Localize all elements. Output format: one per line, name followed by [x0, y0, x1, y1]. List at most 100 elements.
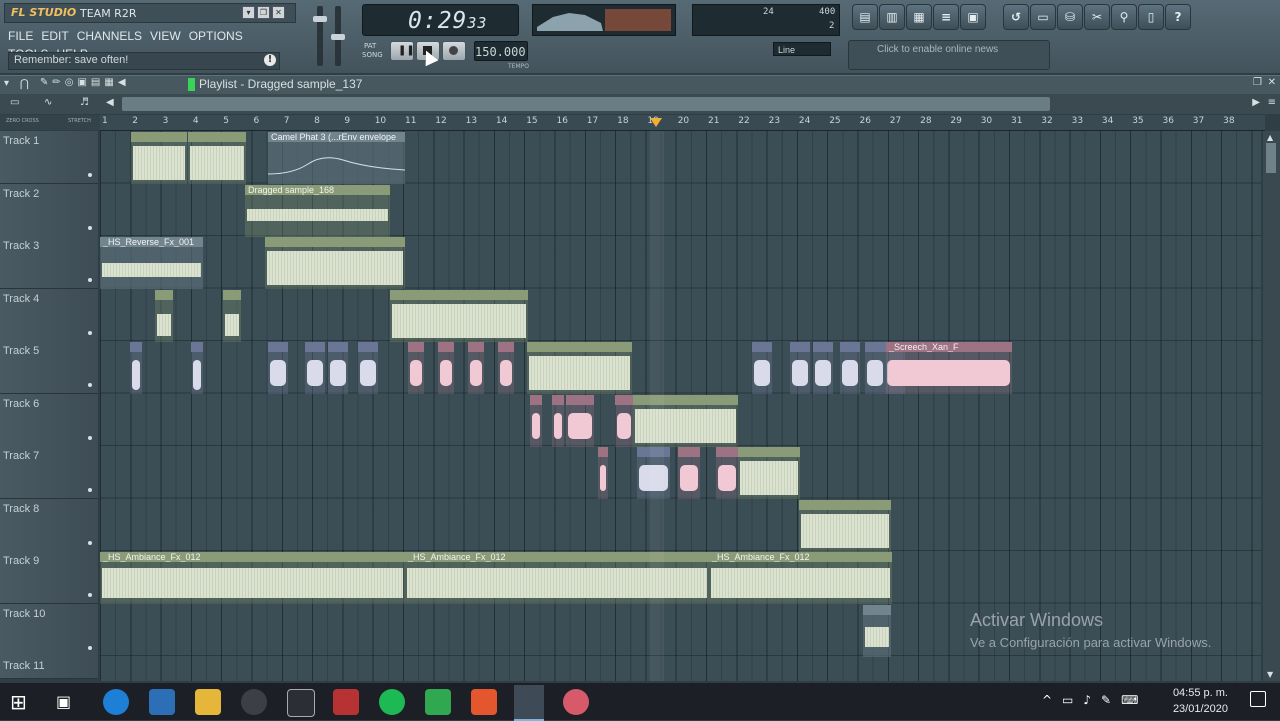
- audio-clip[interactable]: [790, 342, 810, 394]
- audio-clip[interactable]: [530, 394, 542, 447]
- audio-clip[interactable]: [191, 342, 203, 394]
- audio-clip[interactable]: [498, 342, 514, 394]
- menu-options[interactable]: OPTIONS: [189, 27, 243, 45]
- audio-clip[interactable]: _HS_Reverse_Fx_001: [100, 237, 203, 289]
- task-view-icon[interactable]: ▣: [56, 689, 82, 715]
- track-header[interactable]: Track 2: [0, 183, 98, 237]
- minimize-icon[interactable]: ▾: [242, 6, 255, 19]
- piano-roll-button[interactable]: ▥: [879, 4, 905, 30]
- playlist-grid[interactable]: Camel Phat 3 (...rEnv envelope Dragged sa…: [100, 131, 1261, 681]
- clock[interactable]: 04:55 p. m. 23/01/2020: [1173, 685, 1228, 717]
- audio-clip[interactable]: [268, 342, 288, 394]
- scroll-up-icon[interactable]: ▲: [1267, 133, 1273, 142]
- spotify-icon[interactable]: [379, 689, 405, 715]
- stretch-toggle[interactable]: STRETCH: [68, 118, 91, 124]
- search-icon[interactable]: ⚲: [1111, 4, 1137, 30]
- audio-clip[interactable]: [598, 447, 608, 499]
- audio-clip[interactable]: _Screech_Xan_F: [886, 342, 1012, 394]
- zoom-icon[interactable]: ≡: [1268, 97, 1276, 108]
- snap-selector[interactable]: Line: [773, 42, 831, 56]
- audio-clip[interactable]: [799, 499, 891, 552]
- menu-edit[interactable]: EDIT: [41, 27, 68, 45]
- play-button[interactable]: ❚❚: [390, 41, 415, 61]
- audio-clip[interactable]: [468, 342, 484, 394]
- track-header[interactable]: Track 6: [0, 393, 98, 447]
- audio-clip[interactable]: Camel Phat 3 (...rEnv envelope: [268, 132, 405, 184]
- audio-clip[interactable]: Dragged sample_168: [245, 184, 390, 237]
- channel-rack-button[interactable]: ▦: [906, 4, 932, 30]
- windows-start-icon[interactable]: ⊞: [10, 689, 36, 715]
- track-header[interactable]: Track 10: [0, 603, 98, 657]
- audio-clip[interactable]: [155, 289, 173, 342]
- track-header[interactable]: Track 8: [0, 498, 98, 552]
- audio-clip[interactable]: [408, 342, 424, 394]
- magnet-icon[interactable]: ⋂: [20, 77, 29, 90]
- obs-icon[interactable]: [241, 689, 267, 715]
- notifications-icon[interactable]: [1250, 691, 1266, 707]
- audio-clip[interactable]: [752, 342, 772, 394]
- mixer-button[interactable]: ≡: [933, 4, 959, 30]
- menu-channels[interactable]: CHANNELS: [77, 27, 142, 45]
- brave-icon[interactable]: [471, 689, 497, 715]
- close-icon[interactable]: ✕: [272, 6, 285, 19]
- vertical-scrollbar[interactable]: ▲ ▼: [1263, 131, 1280, 681]
- audio-clip[interactable]: [633, 394, 738, 447]
- automation-icon[interactable]: ∿: [44, 97, 52, 108]
- audio-clip[interactable]: [863, 604, 891, 657]
- audio-clip[interactable]: [813, 342, 833, 394]
- audio-clip[interactable]: [566, 394, 594, 447]
- track-header[interactable]: Track 3: [0, 236, 98, 289]
- save-icon[interactable]: ▭: [1030, 4, 1056, 30]
- games-icon[interactable]: [425, 689, 451, 715]
- playlist-menu-icon[interactable]: ▾: [4, 78, 9, 89]
- audio-clip[interactable]: [305, 342, 325, 394]
- render-icon[interactable]: ⛁: [1057, 4, 1083, 30]
- help-icon[interactable]: ?: [1165, 4, 1191, 30]
- master-volume-slider[interactable]: [313, 6, 327, 66]
- clipboard-icon[interactable]: ▯: [1138, 4, 1164, 30]
- audio-clip[interactable]: [265, 237, 405, 289]
- track-header[interactable]: Track 5: [0, 341, 98, 394]
- system-tray-icons[interactable]: ^▭♪✎⌨: [1042, 693, 1148, 707]
- vertical-scroll-thumb[interactable]: [1266, 143, 1276, 173]
- track-header[interactable]: Track 9: [0, 551, 98, 604]
- audio-clip[interactable]: [438, 342, 454, 394]
- zero-cross-toggle[interactable]: ZERO CROSS: [6, 118, 39, 124]
- audio-clip[interactable]: [223, 289, 241, 342]
- playhead-marker[interactable]: [650, 118, 662, 127]
- audio-clip[interactable]: [552, 394, 564, 447]
- edge-icon[interactable]: [103, 689, 129, 715]
- audio-clip[interactable]: [130, 342, 142, 394]
- tempo-display[interactable]: 150.000: [474, 41, 528, 61]
- tool-icons[interactable]: ✎✏◎▣▤▦◀: [40, 77, 130, 88]
- record-button[interactable]: [442, 41, 466, 61]
- track-header[interactable]: Track 7: [0, 446, 98, 499]
- track-header[interactable]: Track 1: [0, 131, 98, 184]
- timeline-ruler[interactable]: 1 2 3 4 5 6 7 8 9 10 11 12 13 14 15 16 17 18 19 20 21 22 23 24 2…: [100, 115, 1265, 131]
- audio-clip[interactable]: [678, 447, 700, 499]
- audio-clip[interactable]: [738, 447, 800, 499]
- menu-view[interactable]: VIEW: [150, 27, 181, 45]
- horizontal-scrollbar[interactable]: [122, 97, 1050, 111]
- menu-file[interactable]: FILE: [8, 27, 33, 45]
- browser-button[interactable]: ▣: [960, 4, 986, 30]
- audio-clip[interactable]: [865, 342, 885, 394]
- store-icon[interactable]: [149, 689, 175, 715]
- fl-studio-taskbar-icon[interactable]: [514, 685, 544, 721]
- audio-clip[interactable]: [840, 342, 860, 394]
- scroll-right-icon[interactable]: ▶: [1252, 97, 1260, 108]
- info-icon[interactable]: !: [264, 54, 276, 66]
- scroll-left-icon[interactable]: ◀: [106, 97, 114, 108]
- paint-icon[interactable]: [563, 689, 589, 715]
- close-icon[interactable]: ✕: [1268, 77, 1276, 88]
- audio-clip[interactable]: [188, 132, 246, 184]
- restore-icon[interactable]: ❐: [257, 6, 270, 19]
- audio-clip[interactable]: [716, 447, 738, 499]
- media-app-icon[interactable]: [287, 689, 315, 717]
- undo-icon[interactable]: ↺: [1003, 4, 1029, 30]
- audio-icon[interactable]: ♬: [80, 97, 89, 108]
- playlist-title[interactable]: Playlist - Dragged sample_137: [199, 77, 362, 91]
- audio-clip[interactable]: [527, 342, 632, 394]
- file-explorer-icon[interactable]: [195, 689, 221, 715]
- song-label[interactable]: SONG: [362, 51, 383, 59]
